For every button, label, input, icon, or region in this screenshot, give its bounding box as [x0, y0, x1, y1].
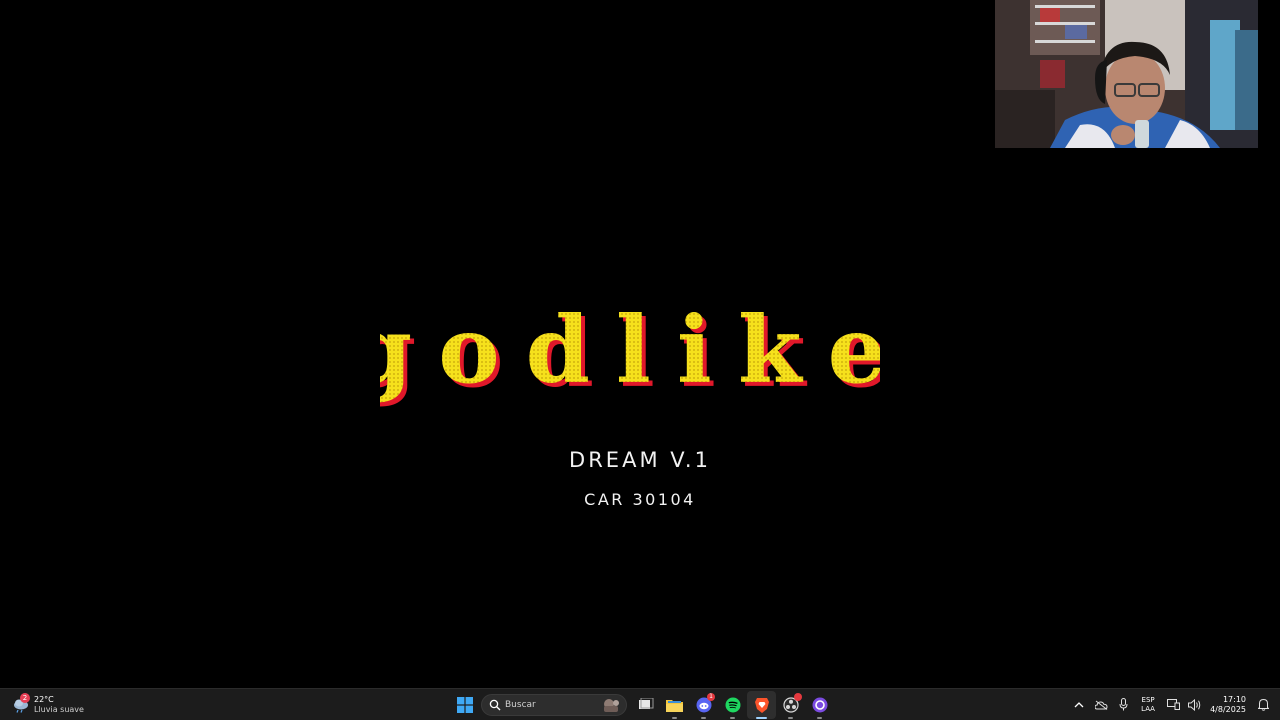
- weather-description: Lluvia suave: [34, 705, 84, 714]
- task-view-button[interactable]: [631, 691, 660, 719]
- task-view-icon: [638, 697, 653, 709]
- running-indicator: [730, 716, 735, 719]
- running-indicator: [756, 716, 767, 719]
- network-icon: [1166, 699, 1180, 710]
- webcam-scene: [995, 0, 1258, 148]
- rain-cloud-icon: 2: [12, 693, 30, 713]
- network-tray-button[interactable]: [1162, 694, 1184, 716]
- language-code: ESP: [1141, 695, 1155, 704]
- webcam-overlay: [995, 0, 1258, 148]
- clock-time: 17:10: [1222, 694, 1246, 704]
- windows-start-icon: [456, 696, 473, 713]
- start-button[interactable]: [450, 691, 479, 719]
- logo-fill-text: godlike: [380, 300, 880, 404]
- volume-tray-button[interactable]: [1184, 694, 1206, 716]
- cloud-off-icon: [1094, 700, 1108, 710]
- discord-badge: 1: [707, 692, 715, 701]
- circle-app-icon: [812, 697, 827, 712]
- clock-date: 4/8/2025: [1210, 704, 1246, 714]
- search-input[interactable]: Buscar: [481, 693, 627, 716]
- subtitle-car: CAR 30104: [584, 490, 696, 509]
- chevron-up-icon: [1074, 702, 1084, 708]
- obs-recording-badge: [794, 692, 802, 701]
- file-explorer-button[interactable]: [660, 691, 689, 719]
- microphone-tray-button[interactable]: [1112, 694, 1134, 716]
- bell-icon: [1257, 698, 1269, 711]
- circle-app-button[interactable]: [805, 691, 834, 719]
- search-highlight-icon: [604, 698, 619, 712]
- desktop-stage: godlike godlike DREAM V.1 CAR 30104: [0, 0, 1280, 688]
- brave-button[interactable]: [747, 690, 776, 719]
- spotify-icon: [725, 697, 740, 712]
- search-icon: [489, 699, 501, 710]
- weather-widget[interactable]: 2 22°C Lluvia suave: [12, 692, 84, 718]
- running-indicator: [672, 716, 677, 719]
- speaker-icon: [1188, 698, 1201, 711]
- obs-button[interactable]: [776, 691, 805, 719]
- keyboard-layout: LAA: [1141, 704, 1155, 713]
- running-indicator: [788, 716, 793, 719]
- notifications-button[interactable]: [1252, 694, 1274, 716]
- clock[interactable]: 17:10 4/8/2025: [1210, 695, 1246, 715]
- onedrive-tray-button[interactable]: [1090, 694, 1112, 716]
- weather-badge: 2: [20, 693, 30, 703]
- subtitle-dream: DREAM V.1: [569, 448, 711, 472]
- spotify-button[interactable]: [718, 691, 747, 719]
- taskbar: 2 22°C Lluvia suave Buscar 1 ESP LAA 17:…: [0, 688, 1280, 720]
- godlike-logo: godlike godlike: [380, 300, 880, 408]
- weather-temperature: 22°C: [34, 695, 54, 704]
- discord-button[interactable]: 1: [689, 691, 718, 719]
- taskbar-apps: Buscar 1: [450, 689, 834, 720]
- language-indicator[interactable]: ESP LAA: [1134, 696, 1162, 714]
- show-hidden-icons-button[interactable]: [1068, 694, 1090, 716]
- running-indicator: [817, 716, 822, 719]
- brave-icon: [754, 697, 769, 713]
- microphone-icon: [1119, 698, 1128, 711]
- folder-icon: [666, 699, 683, 712]
- search-placeholder: Buscar: [505, 699, 536, 710]
- system-tray: ESP LAA 17:10 4/8/2025: [1068, 689, 1280, 720]
- running-indicator: [701, 716, 706, 719]
